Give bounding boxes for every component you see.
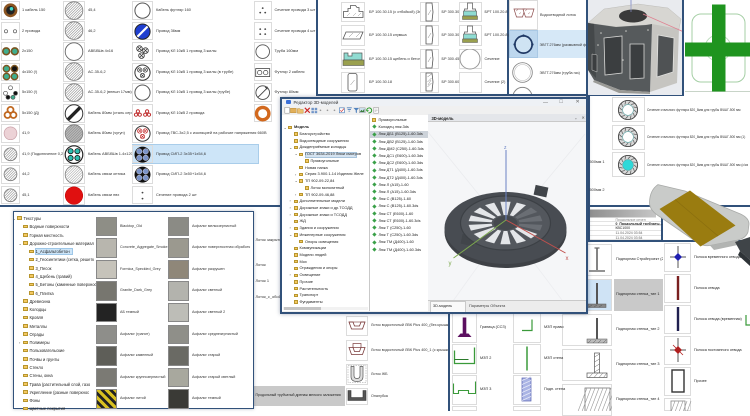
svg-text:x: x [566, 256, 569, 262]
svg-text:y: y [449, 261, 452, 267]
svg-text:z: z [504, 145, 507, 151]
